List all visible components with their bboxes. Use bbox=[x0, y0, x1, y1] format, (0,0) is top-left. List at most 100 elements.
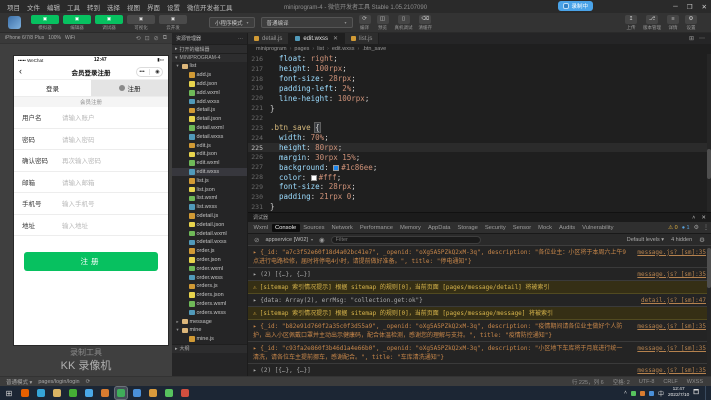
tree-item-detail.json[interactable]: detail.json bbox=[172, 115, 247, 124]
tree-item-list.json[interactable]: list.json bbox=[172, 185, 247, 194]
float-window-icon[interactable]: ⧉ bbox=[163, 35, 167, 42]
compile-mode-dropdown[interactable]: 普通编译 ▾ bbox=[261, 17, 353, 28]
taskbar-icon-green-app[interactable] bbox=[163, 387, 175, 399]
taskbar-icon-edge[interactable] bbox=[35, 387, 47, 399]
close-button[interactable]: ✕ bbox=[702, 3, 707, 11]
taskbar-icon-folder[interactable] bbox=[147, 387, 159, 399]
menu-item-工具[interactable]: 工具 bbox=[67, 2, 80, 12]
devtools-tab-vulnerability[interactable]: Vulnerability bbox=[579, 224, 617, 232]
menu-item-微信开发者工具[interactable]: 微信开发者工具 bbox=[187, 2, 233, 12]
refresh-icon[interactable]: ⟳ bbox=[86, 379, 91, 385]
source-link[interactable]: message.js? [sm]:35 bbox=[637, 344, 706, 353]
source-link[interactable]: message.js? [sm]:35 bbox=[637, 322, 706, 331]
devtools-tab-network[interactable]: Network bbox=[328, 224, 356, 232]
tree-item-odetail.wxss[interactable]: odetail.wxss bbox=[172, 238, 247, 247]
explorer-more-icon[interactable]: ⋯ bbox=[238, 36, 243, 42]
source-link[interactable]: message.js? [sm]:35 bbox=[637, 248, 706, 257]
code-line[interactable]: 230 padding: 21rpx 0; bbox=[248, 192, 711, 202]
action-预览[interactable]: ◫预览 bbox=[377, 15, 389, 31]
field-input[interactable]: 请输入邮箱 bbox=[62, 177, 95, 187]
console-output[interactable]: message.js? [sm]:35▸ {_id: "a7c3f52e60f1… bbox=[248, 246, 711, 376]
tree-item-list.wxss[interactable]: list.wxss bbox=[172, 203, 247, 212]
tree-item-odetail.js[interactable]: odetail.js bbox=[172, 212, 247, 221]
tree-item-edit.js[interactable]: edit.js bbox=[172, 141, 247, 150]
tray-app-icon[interactable] bbox=[640, 391, 645, 396]
tree-item-detail.js[interactable]: detail.js bbox=[172, 106, 247, 115]
taskbar-icon-qq[interactable] bbox=[83, 387, 95, 399]
close-target-icon[interactable]: ◉ bbox=[155, 69, 159, 75]
panel-toggle-模拟器[interactable]: ▣模拟器 bbox=[31, 15, 59, 31]
action-清缓存[interactable]: ⌫清缓存 bbox=[419, 15, 433, 31]
tree-item-add.json[interactable]: add.json bbox=[172, 80, 247, 89]
tree-item-odetail.wxml[interactable]: odetail.wxml bbox=[172, 229, 247, 238]
tree-item-order.wxss[interactable]: order.wxss bbox=[172, 273, 247, 282]
code-editor[interactable]: 216 float: right;217 height: 100rpx;218 … bbox=[248, 54, 711, 212]
avatar[interactable] bbox=[8, 16, 21, 29]
editor-tab-edit.wxss[interactable]: edit.wxss✕ bbox=[289, 33, 345, 44]
code-line[interactable]: 221} bbox=[248, 103, 711, 113]
code-line[interactable]: 222 bbox=[248, 113, 711, 123]
console-scrollbar[interactable] bbox=[707, 246, 711, 376]
clear-console-icon[interactable]: ⊘ bbox=[254, 236, 259, 244]
warning-count-badge[interactable]: ⚠ 0 bbox=[668, 225, 678, 231]
breadcrumb-item[interactable]: edit.wxss bbox=[332, 46, 355, 52]
code-line[interactable]: 219 padding-left: 2%; bbox=[248, 84, 711, 94]
editor-tab-detail.js[interactable]: detail.js bbox=[248, 33, 289, 44]
register-button[interactable]: 注册 bbox=[24, 252, 158, 271]
tree-item-message[interactable]: ▸message bbox=[172, 317, 247, 326]
menu-item-项目[interactable]: 项目 bbox=[7, 2, 20, 12]
compile-mode-footer-dropdown[interactable]: 普通模式 ▾ bbox=[6, 378, 32, 386]
console-row[interactable]: message.js? [sm]:35▸ {_id: "a7c3f52e60f1… bbox=[248, 246, 711, 268]
taskbar-icon-firefox[interactable] bbox=[19, 387, 31, 399]
maximize-button[interactable]: ❐ bbox=[687, 3, 693, 11]
more-actions-icon[interactable]: ⋯ bbox=[699, 35, 705, 42]
editor-scrollbar[interactable] bbox=[707, 54, 711, 212]
field-input[interactable]: 再次输入密码 bbox=[62, 155, 101, 165]
tree-item-orders.wxml[interactable]: orders.wxml bbox=[172, 300, 247, 309]
menu-item-视图[interactable]: 视图 bbox=[127, 2, 140, 12]
notification-icon[interactable]: 🗖 bbox=[693, 388, 699, 398]
code-line[interactable]: 223.btn_save { bbox=[248, 123, 711, 133]
tree-item-orders.js[interactable]: orders.js bbox=[172, 282, 247, 291]
console-row[interactable]: message.js? [sm]:35▸ {_id: "b82e91d760f2… bbox=[248, 320, 711, 342]
breadcrumb-item[interactable]: list bbox=[317, 46, 324, 52]
open-editors-section[interactable]: ▸ 打开的编辑器 bbox=[172, 44, 247, 53]
capsule-menu[interactable]: ••• ◉ bbox=[136, 67, 163, 77]
field-input[interactable]: 请输入密码 bbox=[62, 134, 95, 144]
outline-section[interactable]: ▸ 大纲 bbox=[172, 344, 247, 353]
source-link[interactable]: message.js? [sm]:35 bbox=[637, 270, 706, 279]
devtools-tab-memory[interactable]: Memory bbox=[397, 224, 425, 232]
tree-item-order.json[interactable]: order.json bbox=[172, 256, 247, 265]
status-item[interactable]: WXSS bbox=[687, 379, 703, 385]
field-input[interactable]: 输入地址 bbox=[62, 220, 88, 230]
back-arrow-icon[interactable]: ‹ bbox=[19, 67, 22, 76]
color-swatch[interactable] bbox=[333, 165, 339, 171]
action-编译[interactable]: ⟳编译 bbox=[359, 15, 371, 31]
code-line[interactable]: 228 color: #fff; bbox=[248, 172, 711, 182]
code-line[interactable]: 220 line-height: 100rpx; bbox=[248, 93, 711, 103]
eye-icon[interactable]: ◉ bbox=[319, 236, 325, 244]
code-line[interactable]: 224 width: 70%; bbox=[248, 133, 711, 143]
devtools-tab-wxml[interactable]: Wxml bbox=[250, 224, 272, 232]
disconnect-icon[interactable]: ⊘ bbox=[154, 35, 159, 42]
code-line[interactable]: 218 font-size: 28rpx; bbox=[248, 74, 711, 84]
console-row[interactable]: ⚠[sitemap 索引情况提示] 根据 sitemap 的规则[0]，当前页面… bbox=[248, 281, 711, 294]
devtools-tab-security[interactable]: Security bbox=[481, 224, 509, 232]
console-filter-input[interactable] bbox=[331, 236, 481, 244]
menu-item-转到[interactable]: 转到 bbox=[87, 2, 100, 12]
action-真机调试[interactable]: ▯真机调试 bbox=[395, 15, 413, 31]
code-line[interactable]: 231} bbox=[248, 202, 711, 212]
screenshot-icon[interactable]: ⊡ bbox=[145, 35, 150, 42]
language-indicator[interactable]: 中 bbox=[658, 389, 664, 398]
source-link[interactable]: message.js? [sm]:35 bbox=[637, 366, 706, 375]
taskbar-clock[interactable]: 12:47 2022/7/10 bbox=[668, 387, 689, 398]
code-line[interactable]: 229 font-size: 28rpx; bbox=[248, 182, 711, 192]
console-row[interactable]: message.js? [sm]:35▸ (2) [{…}, {…}] bbox=[248, 364, 711, 376]
tree-item-add.wxss[interactable]: add.wxss bbox=[172, 97, 247, 106]
devtools-tab-sensor[interactable]: Sensor bbox=[509, 224, 534, 232]
panel-toggle-调试器[interactable]: ▣调试器 bbox=[95, 15, 123, 31]
tree-item-detail.wxss[interactable]: detail.wxss bbox=[172, 132, 247, 141]
devtools-tab-console[interactable]: Console bbox=[272, 224, 300, 232]
tree-item-list.js[interactable]: list.js bbox=[172, 176, 247, 185]
scheme-dropdown[interactable]: 小程序模式 ▾ bbox=[209, 17, 255, 28]
